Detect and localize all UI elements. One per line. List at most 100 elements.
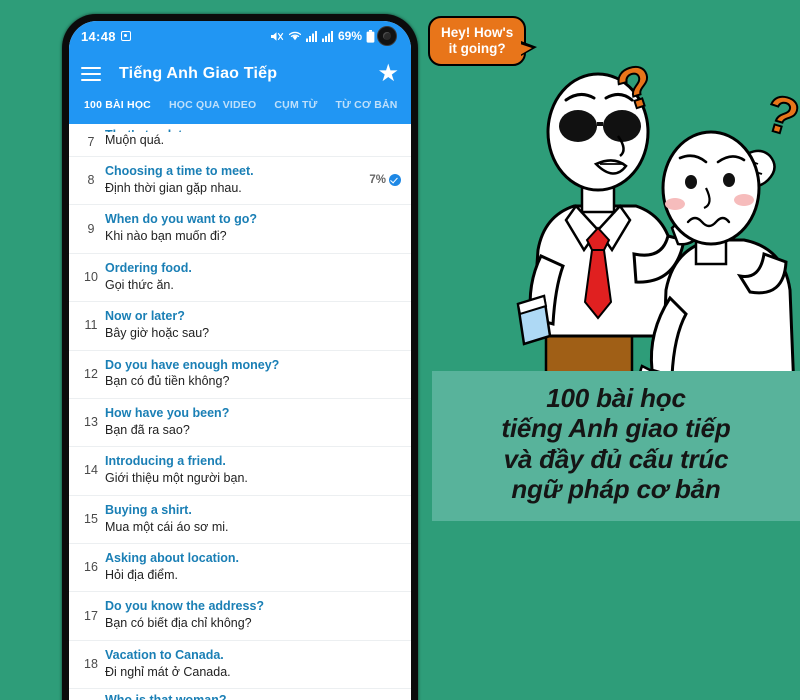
lesson-texts: Vacation to Canada. Đi nghỉ mát ở Canada.: [105, 647, 401, 681]
hamburger-menu-icon[interactable]: [81, 66, 101, 82]
lesson-texts: Introducing a friend. Giới thiệu một ngườ…: [105, 453, 401, 487]
wifi-icon: [288, 31, 302, 41]
lesson-title-vi: Mua một cái áo sơ mi.: [105, 519, 229, 534]
phone-screen: 14:48 69% Tiếng Anh Giao Tiếp ★ 100 BÀI …: [69, 21, 411, 700]
lesson-row[interactable]: 11 Now or later? Bây giờ hoặc sau?: [69, 302, 411, 351]
promo-panel: ? ? Hey! How's it going? 100 bài học tiế…: [420, 0, 800, 700]
lesson-number: 9: [87, 221, 95, 236]
lesson-title-en: Who is that woman?: [105, 692, 401, 700]
lesson-row[interactable]: 10 Ordering food. Gọi thức ăn.: [69, 254, 411, 303]
speech-bubble: Hey! How's it going?: [428, 16, 538, 67]
lesson-texts: When do you want to go? Khi nào bạn muốn …: [105, 211, 401, 245]
lesson-title-en: Now or later?: [105, 309, 185, 324]
lesson-title-en: Asking about location.: [105, 551, 240, 565]
tab-tu-co-ban[interactable]: TỪ CƠ BẢN: [327, 97, 407, 111]
tab-bar[interactable]: 100 BÀI HỌC HỌC QUA VIDEO CỤM TỪ TỪ CƠ B…: [69, 97, 411, 124]
headline-line-1: 100 bài học: [546, 383, 686, 413]
speech-bubble-line-2: it going?: [448, 40, 506, 56]
alarm-icon: [120, 31, 131, 41]
lesson-number: 11: [84, 318, 98, 333]
front-camera-punchhole: [377, 26, 397, 46]
book-icon: [516, 294, 552, 346]
lesson-texts: How have you been? Bạn đã ra sao?: [105, 405, 401, 439]
lesson-row[interactable]: 15 Buying a shirt. Mua một cái áo sơ mi.: [69, 496, 411, 544]
lesson-title-vi: Khi nào bạn muốn đi?: [105, 229, 227, 244]
lesson-number: 18: [84, 656, 98, 671]
lesson-row[interactable]: 18 Vacation to Canada. Đi nghỉ mát ở Canad…: [69, 641, 411, 690]
headline-line-2: tiếng Anh giao tiếp: [501, 413, 731, 444]
lesson-texts: Do you know the address? Bạn có biết địa …: [105, 598, 401, 632]
lesson-title-vi: Bạn có đủ tiền không?: [105, 374, 230, 389]
lesson-texts: Do you have enough money? Bạn có đủ tiền …: [105, 357, 401, 391]
lesson-number: 12: [84, 366, 98, 381]
lesson-title-en: Introducing a friend.: [105, 454, 226, 469]
speech-bubble-tail: [520, 41, 538, 57]
status-bar-left: 14:48: [81, 29, 131, 44]
lesson-texts: That's too late.Muộn quá.: [105, 127, 401, 150]
cellular-signal-icon: [305, 31, 317, 42]
lesson-row[interactable]: 8 Choosing a time to meet. Định thời gian …: [69, 157, 411, 206]
lesson-number: 8: [87, 173, 95, 188]
lesson-texts: Asking about location. Hỏi địa điểm.: [105, 550, 401, 584]
tab-ngu[interactable]: NGỮ: [407, 97, 411, 111]
page-title: Tiếng Anh Giao Tiếp: [119, 65, 278, 82]
progress-percent-label: 7%: [369, 174, 386, 187]
promo-screenshot: 14:48 69% Tiếng Anh Giao Tiếp ★ 100 BÀI …: [0, 0, 800, 700]
lesson-title-vi: Bạn có biết địa chỉ không?: [105, 616, 252, 631]
lesson-title-en: How have you been?: [105, 405, 230, 420]
battery-percent-label: 69%: [337, 29, 362, 43]
lesson-title-vi: Đi nghỉ mát ở Canada.: [105, 664, 231, 679]
lesson-number: 7: [87, 135, 95, 149]
cellular-signal-icon: [321, 31, 333, 42]
lesson-title-en: Buying a shirt.: [105, 502, 192, 517]
lesson-row[interactable]: 12 Do you have enough money? Bạn có đủ tiề…: [69, 351, 411, 399]
lesson-progress: 7%: [369, 174, 401, 187]
lesson-number: 14: [84, 463, 98, 478]
app-bar: Tiếng Anh Giao Tiếp ★: [69, 51, 411, 97]
lesson-title-en: Vacation to Canada.: [105, 647, 224, 662]
lesson-title-vi: Gọi thức ăn.: [105, 277, 174, 292]
status-clock: 14:48: [81, 28, 116, 44]
tab-hoc-qua-video[interactable]: HỌC QUA VIDEO: [160, 97, 265, 111]
volume-mute-icon: [270, 31, 284, 41]
lesson-title-en: Choosing a time to meet.: [105, 164, 254, 178]
lesson-title-en: When do you want to go?: [105, 212, 258, 227]
lesson-number: 17: [84, 608, 98, 623]
lesson-title-vi: Bạn đã ra sao?: [105, 422, 190, 437]
lesson-row[interactable]: 17 Do you know the address? Bạn có biết đị…: [69, 592, 411, 641]
lesson-number: 13: [84, 415, 98, 430]
lesson-texts: Choosing a time to meet. Định thời gian g…: [105, 163, 369, 197]
lesson-list[interactable]: 7 That's too late.Muộn quá. 8 Choosing a ti…: [69, 124, 411, 700]
lesson-title-vi: Muộn quá.: [105, 132, 165, 147]
lesson-texts: Buying a shirt. Mua một cái áo sơ mi.: [105, 502, 401, 536]
phone-device-frame: 14:48 69% Tiếng Anh Giao Tiếp ★ 100 BÀI …: [62, 14, 418, 700]
lesson-number: 10: [84, 269, 98, 284]
lesson-row[interactable]: 13 How have you been? Bạn đã ra sao?: [69, 399, 411, 448]
completed-check-icon: [389, 174, 401, 187]
lesson-title-en: Ordering food.: [105, 260, 192, 275]
svg-text:?: ?: [759, 84, 800, 149]
lesson-texts: Who is that woman?: [105, 692, 401, 700]
lesson-number: 16: [84, 560, 98, 575]
lesson-title-vi: Bây giờ hoặc sau?: [105, 326, 210, 340]
tab-100-bai-hoc[interactable]: 100 BÀI HỌC: [75, 97, 160, 111]
lesson-title-vi: Hỏi địa điểm.: [105, 567, 178, 582]
lesson-texts: Now or later? Bây giờ hoặc sau?: [105, 308, 401, 342]
headline-line-4: ngữ pháp cơ bản: [511, 474, 721, 505]
status-bar: 14:48 69%: [69, 21, 411, 51]
lesson-title-en: Do you have enough money?: [105, 357, 280, 372]
lesson-texts: Ordering food. Gọi thức ăn.: [105, 260, 401, 294]
lesson-row[interactable]: Who is that woman?: [69, 689, 411, 700]
lesson-title-vi: Định thời gian gặp nhau.: [105, 180, 242, 195]
lesson-row[interactable]: 7 That's too late.Muộn quá.: [69, 124, 411, 157]
headline-line-3: và đầy đủ cấu trúc: [503, 443, 729, 474]
lesson-title-en: Do you know the address?: [105, 599, 265, 614]
star-icon[interactable]: ★: [377, 62, 399, 86]
tab-cum-tu[interactable]: CỤM TỪ: [265, 97, 326, 111]
lesson-number: 15: [84, 511, 98, 526]
lesson-row[interactable]: 14 Introducing a friend. Giới thiệu một ng…: [69, 447, 411, 496]
lesson-row[interactable]: 16 Asking about location. Hỏi địa điểm.: [69, 544, 411, 593]
lesson-row[interactable]: 9 When do you want to go? Khi nào bạn muốn…: [69, 205, 411, 254]
speech-bubble-line-1: Hey! How's: [441, 25, 514, 40]
promo-headline: 100 bài học tiếng Anh giao tiếp và đầy đ…: [432, 371, 800, 521]
